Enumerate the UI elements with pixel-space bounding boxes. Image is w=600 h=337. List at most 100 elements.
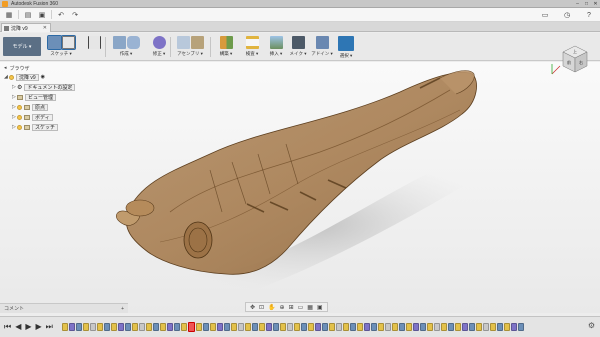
grid-menu-icon[interactable]: ▦ [4,10,14,20]
timeline-feature-icon[interactable] [287,323,293,331]
timeline-feature-icon[interactable] [448,323,454,331]
go-to-start-icon[interactable]: ⏮ [4,322,11,332]
timeline-feature-icon[interactable] [252,323,258,331]
timeline-feature-icon[interactable] [111,323,117,331]
timeline-feature-icon[interactable] [413,323,419,331]
help-icon[interactable]: ? [584,10,594,20]
timeline-feature-icon[interactable] [62,323,68,331]
timeline-feature-icon[interactable] [196,323,202,331]
timeline-feature-icon[interactable] [90,323,96,331]
timeline-feature-icon[interactable] [125,323,131,331]
timeline-feature-icon[interactable] [364,323,370,331]
dimension-tool[interactable] [87,35,101,59]
step-back-icon[interactable]: ◀ [15,322,21,332]
timeline-feature-icon[interactable] [329,323,335,331]
timeline-feature-icon[interactable] [483,323,489,331]
timeline-feature-icon[interactable] [266,323,272,331]
timeline-feature-icon[interactable] [160,323,166,331]
timeline-feature-icon[interactable] [167,323,173,331]
browser-root[interactable]: ◢ 沈降 v9 ◉ [4,72,90,82]
timeline-feature-icon[interactable] [104,323,110,331]
record-icon[interactable]: ◉ [41,74,45,80]
addins-menu[interactable]: アドイン ▾ [310,35,334,59]
visibility-bulb-icon[interactable] [17,124,22,130]
comments-panel[interactable]: コメント + [0,303,128,313]
timeline-feature-icon[interactable] [69,323,75,331]
browser-item-label[interactable]: 原点 [32,103,49,111]
viewports-icon[interactable]: ▣ [317,304,323,311]
timeline-feature-icon[interactable] [245,323,251,331]
browser-item[interactable]: ▷ ビュー管理 [4,92,90,102]
timeline-feature-icon[interactable] [294,323,300,331]
timeline-feature-icon[interactable] [203,323,209,331]
timeline-feature-icon[interactable] [231,323,237,331]
timeline-feature-icon[interactable] [490,323,496,331]
timeline-feature-icon[interactable] [420,323,426,331]
browser-item-label[interactable]: ビュー管理 [25,93,57,101]
assemble-menu[interactable]: アセンブリ ▾ [174,35,206,59]
timeline-feature-icon[interactable] [455,323,461,331]
timeline-feature-icon[interactable] [83,323,89,331]
redo-icon[interactable]: ↷ [70,10,80,20]
browser-item-label[interactable]: ドキュメントの設定 [24,83,76,91]
notifications-icon[interactable]: ▭ [540,10,550,20]
construct-menu[interactable]: 構築 ▾ [214,35,238,59]
insert-menu[interactable]: 挿入 ▾ [264,35,288,59]
timeline-feature-icon[interactable] [497,323,503,331]
timeline-feature-icon[interactable] [371,323,377,331]
timeline-feature-icon[interactable] [385,323,391,331]
timeline-feature-icon[interactable] [441,323,447,331]
close-button[interactable]: ✕ [591,0,600,8]
timeline-feature-icon[interactable] [476,323,482,331]
model-render[interactable] [0,62,600,313]
timeline-marker[interactable] [188,322,195,332]
timeline-feature-icon[interactable] [427,323,433,331]
timeline-feature-icon[interactable] [336,323,342,331]
browser-item[interactable]: ▷ スケッチ [4,122,90,132]
viewcube[interactable]: 上 前 右 [548,40,594,80]
timeline-settings-icon[interactable]: ⚙ [588,321,595,330]
timeline-feature-icon[interactable] [76,323,82,331]
timeline-feature-icon[interactable] [238,323,244,331]
timeline-feature-icon[interactable] [217,323,223,331]
fit-icon[interactable]: ⊞ [289,304,294,311]
timeline-feature-icon[interactable] [308,323,314,331]
root-component-label[interactable]: 沈降 v9 [16,73,39,81]
close-tab-icon[interactable]: ✕ [43,25,47,31]
timeline-feature-icon[interactable] [511,323,517,331]
job-status-icon[interactable]: ◷ [562,10,572,20]
visibility-bulb-icon[interactable] [17,104,22,110]
timeline-feature-icon[interactable] [146,323,152,331]
maximize-button[interactable]: □ [582,0,591,8]
browser-item[interactable]: ▷ ⚙ ドキュメントの設定 [4,82,90,92]
orbit-icon[interactable]: ✥ [250,304,255,311]
look-at-icon[interactable]: ⊡ [259,304,264,311]
timeline-feature-icon[interactable] [181,323,187,331]
browser-item[interactable]: ▷ 原点 [4,102,90,112]
timeline-feature-icon[interactable] [132,323,138,331]
timeline-feature-icon[interactable] [406,323,412,331]
zoom-icon[interactable]: ⊕ [280,304,285,311]
timeline-feature-icon[interactable] [434,323,440,331]
timeline-feature-icon[interactable] [518,323,524,331]
timeline-feature-icon[interactable] [280,323,286,331]
browser-item-label[interactable]: スケッチ [32,123,59,131]
timeline-feature-icon[interactable] [97,323,103,331]
document-tab[interactable]: 沈降 v9 ✕ [1,23,51,32]
inspect-menu[interactable]: 検査 ▾ [240,35,264,59]
timeline-feature-icon[interactable] [504,323,510,331]
timeline-feature-icon[interactable] [357,323,363,331]
timeline-feature-icon[interactable] [259,323,265,331]
timeline-feature-icon[interactable] [273,323,279,331]
timeline-feature-icon[interactable] [378,323,384,331]
file-menu-icon[interactable]: ▤ [23,10,33,20]
timeline-feature-icon[interactable] [139,323,145,331]
grid-settings-icon[interactable]: ▦ [307,304,313,311]
pan-icon[interactable]: ✋ [268,304,275,311]
play-icon[interactable]: ▶ [25,322,31,332]
collapse-icon[interactable]: ◂ [4,65,7,71]
undo-icon[interactable]: ↶ [56,10,66,20]
go-to-end-icon[interactable]: ⏭ [46,322,53,332]
canvas-viewport[interactable] [0,62,600,313]
timeline-feature-icon[interactable] [392,323,398,331]
